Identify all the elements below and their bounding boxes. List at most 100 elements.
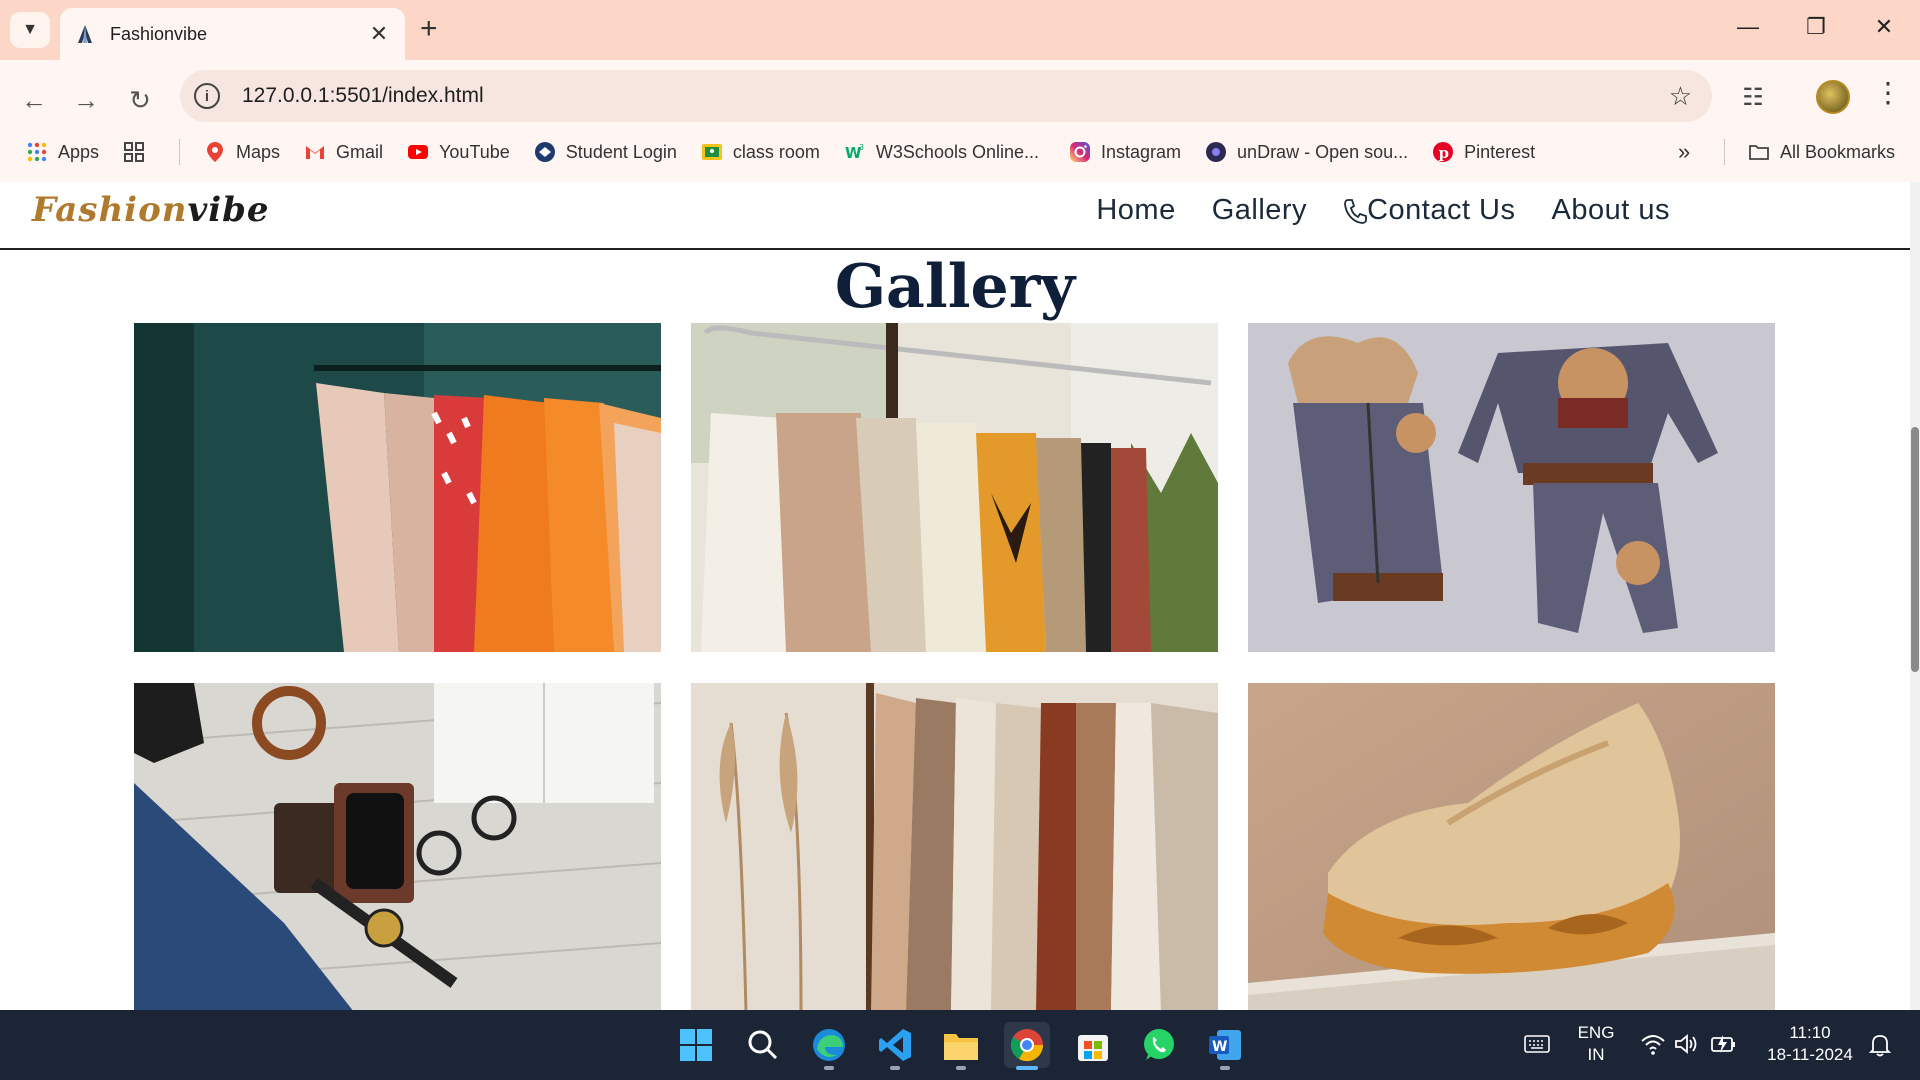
menu-dots-icon[interactable]: ⋮ [1874,78,1902,108]
taskbar-file-explorer[interactable] [938,1022,984,1070]
clock[interactable]: 11:10 18-11-2024 [1756,1022,1864,1066]
bookmark-classroom[interactable]: class room [701,141,820,163]
clothing-rack-neutral-blouses-photo [691,323,1218,652]
wifi-icon[interactable] [1640,1032,1666,1056]
bookmark-label: Gmail [336,141,384,162]
taskbar-whatsapp[interactable] [1136,1022,1182,1068]
undraw-icon [1206,142,1227,162]
gallery-image-accessories[interactable] [134,683,661,1010]
gallery-image-sneaker[interactable] [1248,683,1775,1010]
taskbar-word[interactable]: W [1202,1022,1248,1070]
forward-arrow-icon[interactable]: → [66,80,106,120]
taskbar-chrome[interactable] [1004,1022,1050,1070]
search-icon [748,1030,778,1060]
language-indicator[interactable]: ENG IN [1572,1022,1620,1066]
running-indicator [1220,1066,1230,1070]
gallery-image-knitwear[interactable] [691,683,1218,1010]
tab-title: Fashionvibe [110,23,208,44]
windows-start-icon [680,1029,712,1061]
bookmark-gmail[interactable]: Gmail [304,141,383,163]
close-icon[interactable]: ✕ [367,21,391,47]
bookmark-star-icon[interactable]: ☆ [1669,81,1692,112]
bookmark-label: unDraw - Open sou... [1237,141,1409,162]
gallery-image-kids-outfit[interactable] [1248,323,1775,652]
window-close-icon[interactable]: ✕ [1864,14,1904,40]
bookmark-apps[interactable]: Apps [26,141,99,163]
svg-text:p: p [1439,144,1450,162]
taskbar-vscode[interactable] [872,1022,918,1070]
notification-bell-icon[interactable] [1868,1032,1892,1058]
nav-about-us[interactable]: About us [1552,194,1670,227]
bookmark-label: YouTube [439,141,510,162]
taskbar-search[interactable] [740,1022,786,1068]
w3schools-icon: W 3 [845,143,864,162]
bookmark-pinterest[interactable]: p Pinterest [1432,141,1535,163]
folder-icon [944,1034,978,1060]
bookmark-youtube[interactable]: YouTube [407,141,510,163]
active-tab[interactable]: Fashionvibe ✕ [60,8,405,60]
bookmarks-divider [1724,139,1725,165]
bookmark-student-login[interactable]: Student Login [534,141,677,163]
bookmark-label: class room [732,141,820,162]
nav-contact-us[interactable]: Contact Us [1343,194,1515,227]
more-bookmarks-icon[interactable]: » [1678,139,1690,165]
scrollbar-thumb[interactable] [1911,427,1919,672]
clothing-rack-orange-pink-photo [134,323,661,652]
logo-part-vibe: vibe [187,190,270,230]
tab-search-button[interactable]: ▼ [10,12,50,48]
keyboard-icon[interactable] [1524,1034,1550,1054]
gallery-image-clothing-rack[interactable] [134,323,661,652]
microsoft-store-icon [1078,1035,1108,1061]
instagram-icon [1070,142,1090,162]
youtube-icon [408,145,429,159]
start-button[interactable] [673,1022,719,1068]
kids-teddy-bear-outfit-photo [1248,323,1775,652]
nav-home[interactable]: Home [1096,194,1175,227]
maps-icon [207,142,224,162]
svg-text:3: 3 [859,143,864,152]
gallery-heading: Gallery [834,252,1076,322]
taskbar-store[interactable] [1070,1022,1116,1068]
bookmarks-divider [179,139,181,165]
tab-groups-icon [124,142,145,162]
bookmark-label: Apps [58,141,100,162]
volume-icon[interactable] [1674,1032,1698,1056]
taskbar-edge[interactable] [806,1022,852,1070]
main-nav: Home Gallery Contact Us About us [1060,194,1670,227]
profile-avatar[interactable] [1816,80,1850,114]
page-scrollbar[interactable] [1910,182,1920,1010]
gallery-image-blouses-rack[interactable] [691,323,1218,652]
running-indicator [890,1066,900,1070]
apps-grid-icon [27,142,47,162]
bookmark-w3schools[interactable]: W 3 W3Schools Online... [844,141,1039,163]
reload-icon[interactable]: ↻ [120,80,160,120]
running-indicator [956,1066,966,1070]
beige-sneaker-photo [1248,683,1775,1010]
url-text[interactable]: 127.0.0.1:5501/index.html [242,84,1669,108]
extensions-icon[interactable]: ☷ [1736,80,1770,114]
bookmark-label: W3Schools Online... [875,141,1039,162]
gallery-grid [134,323,1776,1010]
bookmark-instagram[interactable]: Instagram [1069,141,1181,163]
tab-groups-button[interactable] [123,141,155,163]
bookmark-undraw[interactable]: unDraw - Open sou... [1205,141,1408,163]
whatsapp-icon [1144,1029,1174,1060]
all-bookmarks-button[interactable]: All Bookmarks [1748,141,1895,163]
fashionvibe-favicon-icon [78,25,92,43]
back-arrow-icon[interactable]: ← [14,80,54,120]
region-code: IN [1587,1045,1605,1064]
site-header: Fashionvibe Home Gallery Contact Us Abou… [0,182,1910,250]
word-icon: W [1209,1030,1241,1060]
address-bar[interactable]: i 127.0.0.1:5501/index.html ☆ [180,70,1712,122]
minimize-icon[interactable]: — [1728,14,1768,40]
bookmark-label: Student Login [565,141,677,162]
browser-toolbar: ← → ↻ i 127.0.0.1:5501/index.html ☆ ☷ ⋮ … [0,60,1920,188]
new-tab-button[interactable]: + [420,14,438,44]
bookmark-maps[interactable]: Maps [204,141,280,163]
knitwear-rack-pampas-photo [691,683,1218,1010]
site-logo[interactable]: Fashionvibe [32,190,270,230]
nav-gallery[interactable]: Gallery [1212,194,1307,227]
site-info-icon[interactable]: i [194,83,220,109]
restore-icon[interactable]: ❐ [1796,14,1836,40]
battery-charging-icon[interactable] [1710,1032,1738,1056]
